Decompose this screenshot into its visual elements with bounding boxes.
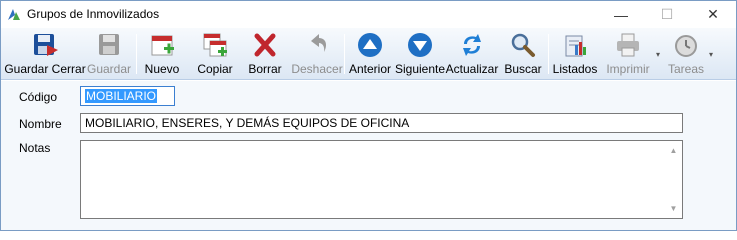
delete-button[interactable]: Borrar	[247, 30, 283, 78]
undo-label: Deshacer	[291, 62, 343, 76]
toolbar-separator	[548, 34, 549, 74]
reports-button[interactable]: Listados	[552, 30, 598, 78]
scroll-down-icon[interactable]: ▼	[665, 201, 682, 216]
undo-icon	[311, 34, 327, 52]
scroll-up-icon[interactable]: ▲	[665, 143, 682, 158]
toolbar-separator	[344, 34, 345, 74]
clock-icon	[675, 35, 697, 57]
previous-label: Anterior	[348, 62, 392, 76]
arrow-down-icon	[408, 33, 432, 57]
notas-scrollbar[interactable]: ▲ ▼	[665, 141, 682, 218]
toolbar-separator	[136, 34, 137, 74]
codigo-label: Código	[19, 90, 58, 104]
reports-icon	[565, 35, 586, 57]
minimize-button[interactable]: —	[598, 1, 644, 28]
notas-textarea[interactable]: ▲ ▼	[80, 140, 683, 219]
copy-label: Copiar	[197, 62, 233, 76]
close-icon: ✕	[707, 6, 719, 22]
refresh-button[interactable]: Actualizar	[446, 30, 498, 78]
window: Grupos de Inmovilizados — ☐ ✕ Guardar Ce…	[0, 0, 737, 231]
next-button[interactable]: Siguiente	[394, 30, 446, 78]
nombre-value: MOBILIARIO, ENSERES, Y DEMÁS EQUIPOS DE …	[85, 116, 410, 130]
new-label: Nuevo	[144, 62, 180, 76]
codigo-value: MOBILIARIO	[85, 89, 158, 103]
tasks-label: Tareas	[667, 62, 705, 76]
save-close-icon	[34, 34, 58, 56]
search-icon	[511, 33, 535, 57]
maximize-icon: ☐	[660, 6, 674, 22]
printer-icon	[617, 33, 639, 57]
refresh-icon	[463, 34, 481, 56]
new-button[interactable]: Nuevo	[143, 30, 181, 78]
app-logo-icon	[8, 9, 20, 20]
print-label: Imprimir	[606, 62, 650, 76]
save-close-label: Guardar Cerrar	[4, 62, 86, 76]
copy-button[interactable]: Copiar	[195, 30, 235, 78]
close-button[interactable]: ✕	[690, 1, 736, 28]
codigo-field[interactable]: MOBILIARIO	[80, 86, 175, 106]
toolbar: Guardar Cerrar Guardar Nuevo Copiar Borr…	[1, 28, 736, 80]
search-label: Buscar	[504, 62, 542, 76]
reports-label: Listados	[552, 62, 598, 76]
save-label: Guardar	[86, 62, 132, 76]
title-bar: Grupos de Inmovilizados — ☐ ✕	[1, 1, 736, 28]
copy-icon	[203, 33, 227, 57]
search-button[interactable]: Buscar	[504, 30, 542, 78]
save-close-button[interactable]: Guardar Cerrar	[4, 30, 86, 78]
notas-label: Notas	[19, 141, 51, 155]
window-title: Grupos de Inmovilizados	[27, 7, 160, 21]
tasks-button[interactable]: Tareas	[665, 30, 707, 78]
maximize-button[interactable]: ☐	[644, 1, 690, 28]
undo-button[interactable]: Deshacer	[291, 30, 343, 78]
nombre-field[interactable]: MOBILIARIO, ENSERES, Y DEMÁS EQUIPOS DE …	[80, 113, 683, 133]
delete-label: Borrar	[248, 62, 282, 76]
tasks-dropdown-arrow-icon[interactable]: ▾	[709, 50, 713, 59]
save-button[interactable]: Guardar	[87, 30, 131, 78]
delete-icon	[254, 33, 276, 57]
nombre-label: Nombre	[19, 117, 62, 131]
form-panel: Código MOBILIARIO Nombre MOBILIARIO, ENS…	[1, 81, 736, 230]
previous-button[interactable]: Anterior	[348, 30, 392, 78]
new-icon	[151, 35, 174, 56]
arrow-up-icon	[358, 33, 382, 57]
print-dropdown-arrow-icon[interactable]: ▾	[656, 50, 660, 59]
save-icon	[99, 34, 119, 55]
next-label: Siguiente	[394, 62, 446, 76]
minimize-icon: —	[614, 6, 628, 23]
print-button[interactable]: Imprimir	[603, 30, 653, 78]
refresh-label: Actualizar	[445, 62, 499, 76]
